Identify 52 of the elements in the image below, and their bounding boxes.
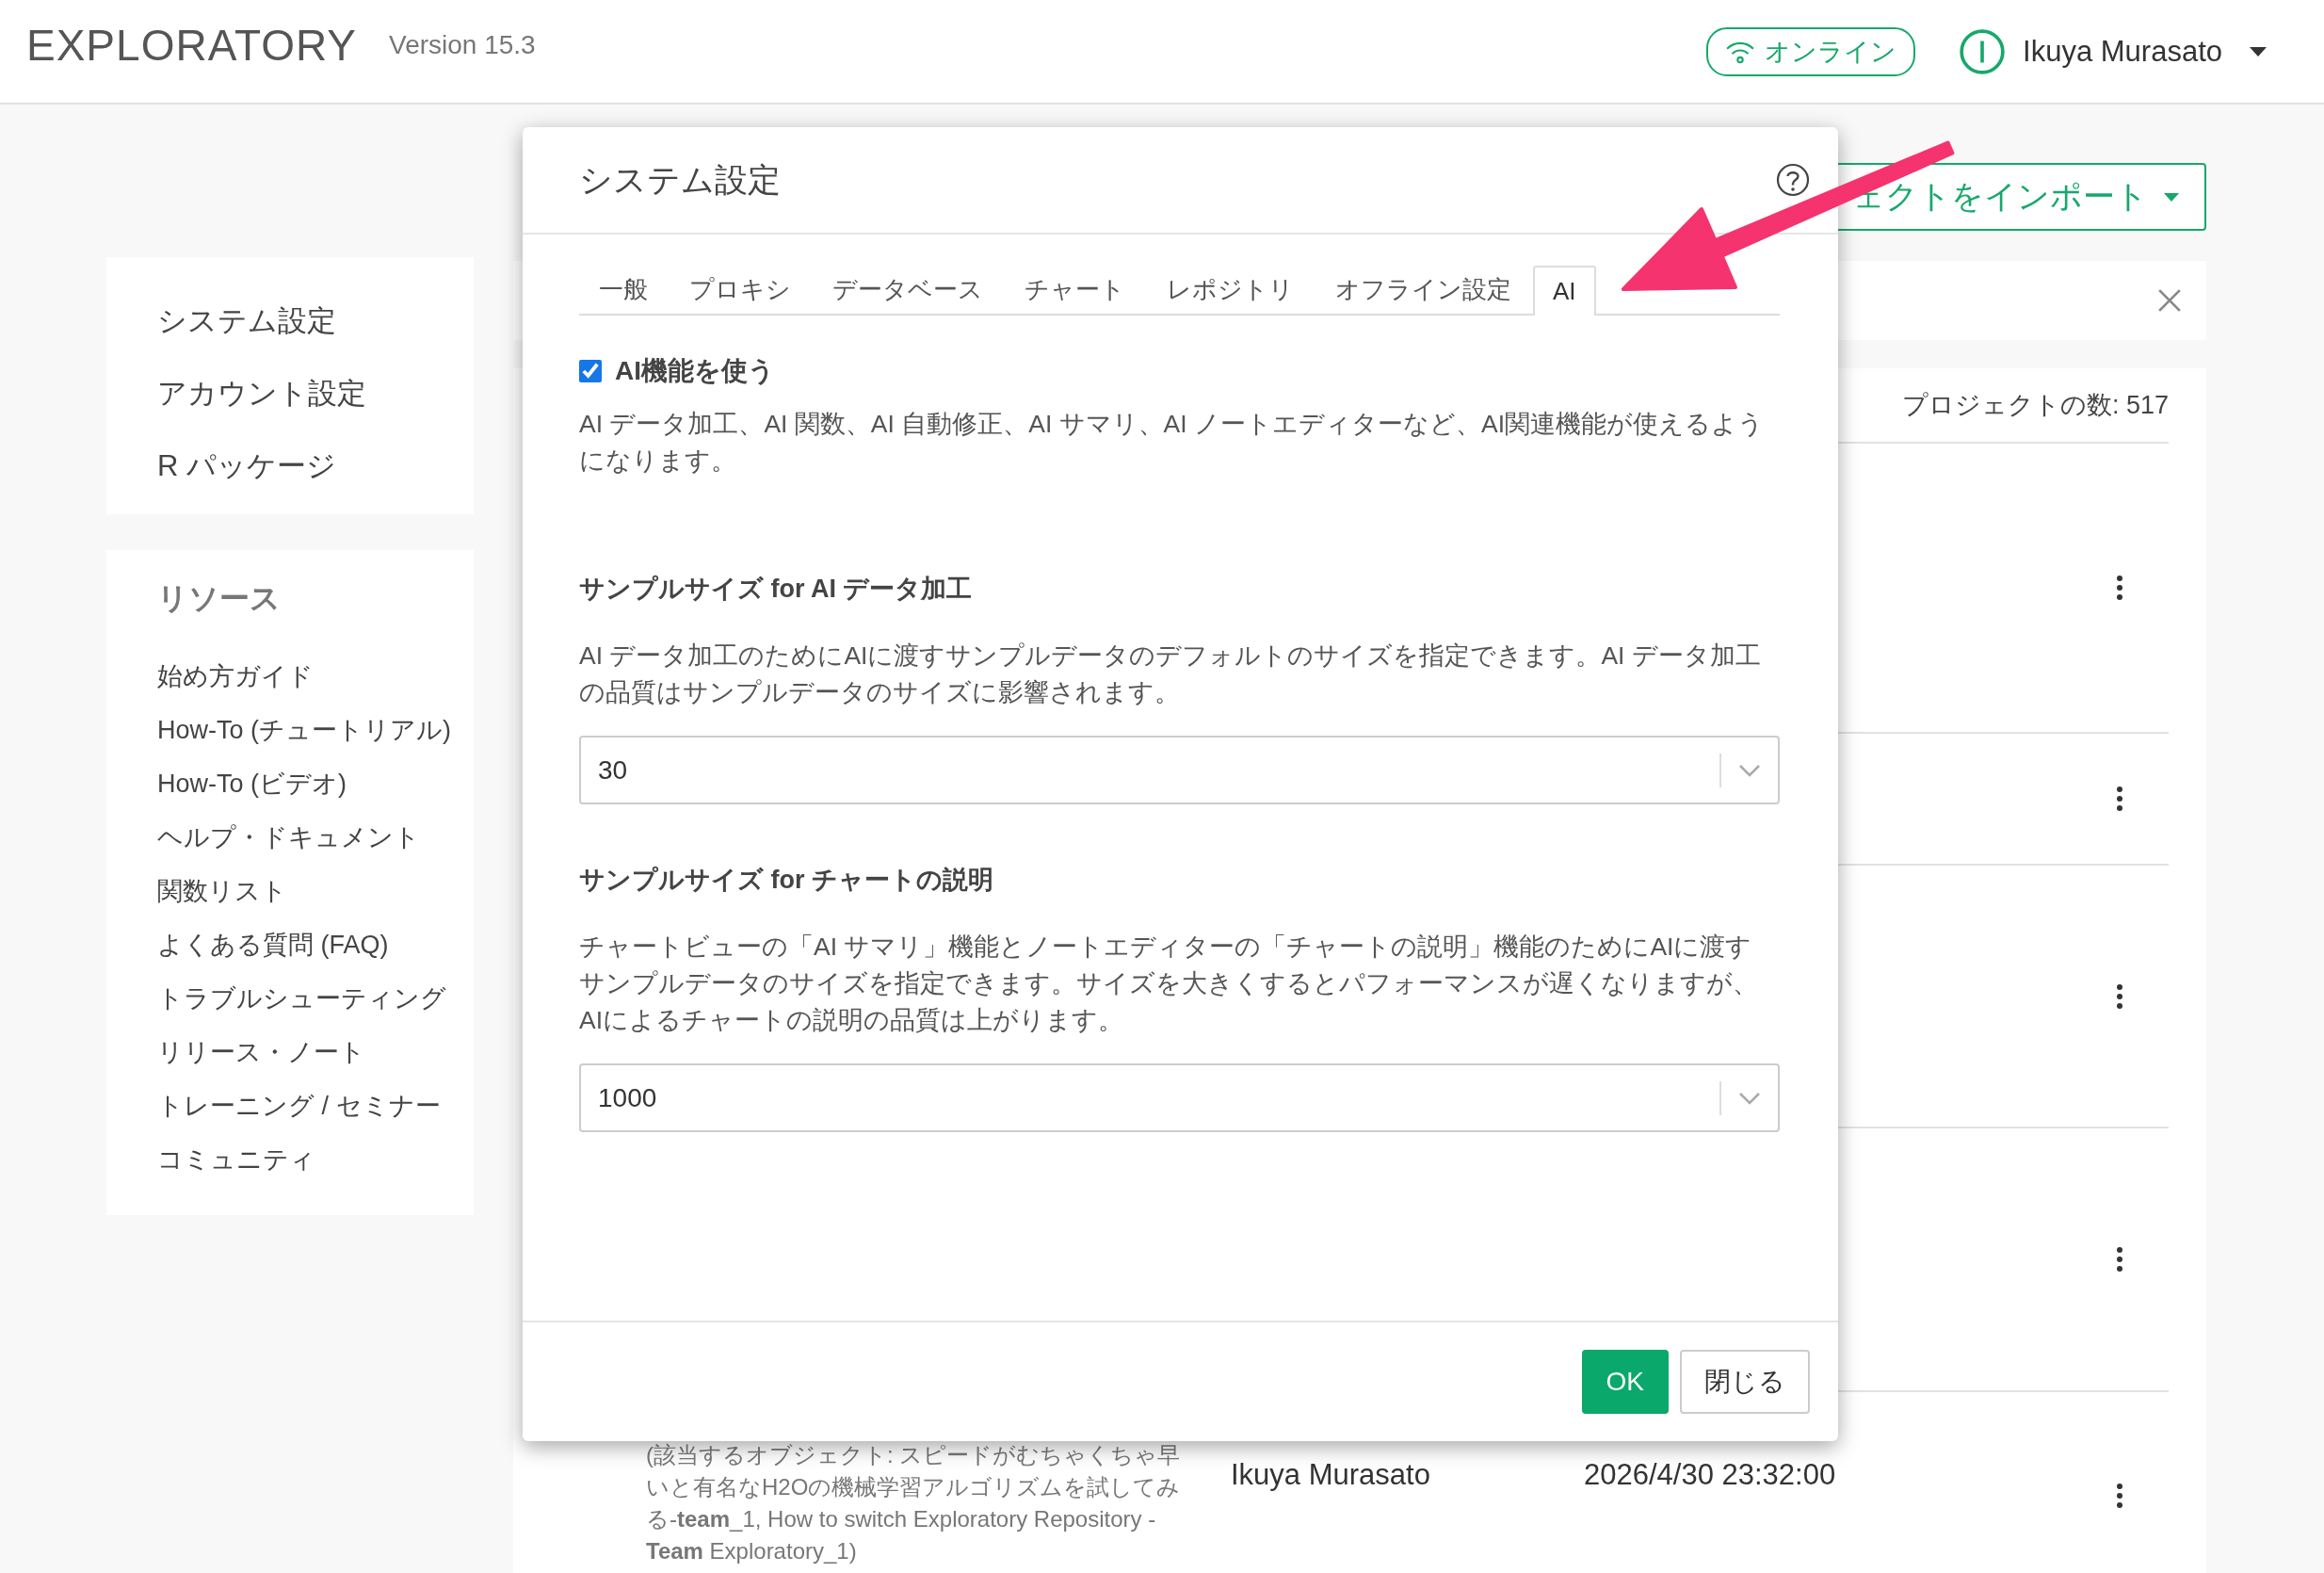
settings-tab[interactable]: データベース	[813, 271, 1003, 316]
sample-size-select[interactable]: 1000	[579, 1063, 1780, 1132]
ai-enabled-checkbox[interactable]	[579, 360, 602, 382]
settings-tab[interactable]: チャート	[1005, 271, 1145, 316]
section-heading: サンプルサイズ for AI データ加工	[579, 574, 974, 605]
user-avatar-icon	[1959, 27, 2007, 75]
settings-tab[interactable]: オフライン設定	[1315, 271, 1531, 316]
more-options-icon[interactable]	[2116, 786, 2123, 812]
more-options-icon[interactable]	[2116, 1483, 2123, 1509]
resources-heading: リソース	[157, 580, 282, 617]
sidebar-item[interactable]: R パッケージ	[157, 442, 464, 490]
section-description: チャートビューの「AI サマリ」機能とノートエディターの「チャートの説明」機能のためにAIに渡すサンプルデータのサイズを指定できます。サイズを大きくするとパフォーマンスが遅くなりますが、AIによるチャートの説明の品質は上がります。	[579, 932, 1759, 1036]
version-label: Version 15.3	[389, 29, 536, 60]
user-menu[interactable]: Ikuya Murasato	[1959, 27, 2268, 75]
resource-link[interactable]: ヘルプ・ドキュメント	[157, 811, 468, 865]
more-options-icon[interactable]	[2116, 982, 2123, 1010]
dialog-title: システム設定	[579, 159, 781, 200]
resource-link[interactable]: How-To (ビデオ)	[157, 757, 468, 811]
project-description: (該当するオブジェクト: スピードがむちゃくちゃ早いと有名なH2Oの機械学習アルゴリズムを試してみる-team_1, How to switch Exploratory Repository - Team Exploratory_1)	[646, 1441, 1182, 1565]
resource-link[interactable]: よくある質問 (FAQ)	[157, 918, 468, 972]
more-options-icon[interactable]	[2116, 1246, 2123, 1273]
settings-tab[interactable]: プロキシ	[670, 271, 811, 316]
ai-enabled-label: AI機能を使う	[615, 355, 775, 387]
close-icon[interactable]	[2157, 288, 2182, 313]
section-description: AI データ加工のためにAIに渡すサンプルデータのデフォルトのサイズを指定できます。AI データ加工の品質はサンプルデータのサイズに影響されます。	[579, 641, 1762, 708]
more-options-icon[interactable]	[2116, 575, 2123, 601]
resource-link[interactable]: How-To (チュートリアル)	[157, 704, 468, 757]
sample-size-select[interactable]: 30	[579, 736, 1780, 804]
chevron-down-icon	[1738, 1091, 1761, 1105]
resource-link[interactable]: リリース・ノート	[157, 1026, 468, 1079]
ai-description: AI データ加工、AI 関数、AI 自動修正、AI サマリ、AI ノートエディターなど、AI関連機能が使えるようになります。	[579, 409, 1766, 477]
sidebar-item[interactable]: システム設定	[157, 297, 464, 345]
resource-link[interactable]: 始め方ガイド	[157, 650, 468, 704]
caret-icon	[2249, 45, 2268, 57]
chevron-down-icon	[1738, 763, 1761, 777]
sidebar-item[interactable]: アカウント設定	[157, 369, 464, 417]
online-status-badge: オンライン	[1706, 26, 1916, 76]
section-heading: サンプルサイズ for チャートの説明	[579, 865, 994, 896]
close-button[interactable]: 閉じる	[1680, 1350, 1810, 1414]
app-logo: EXPLORATORY	[26, 19, 357, 71]
project-author: Ikuya Murasato	[1231, 1458, 1431, 1492]
help-icon[interactable]	[1776, 163, 1810, 197]
project-date: 2026/4/30 23:32:00	[1584, 1458, 1836, 1492]
project-count: プロジェクトの数: 517	[1901, 390, 2169, 421]
resource-link[interactable]: トラブルシューティング	[157, 972, 468, 1026]
settings-tab[interactable]: 一般	[579, 271, 668, 316]
settings-tab[interactable]: AI	[1533, 266, 1596, 316]
settings-tab[interactable]: レポジトリ	[1147, 271, 1314, 316]
resource-link[interactable]: コミュニティ	[157, 1133, 468, 1187]
resource-link[interactable]: トレーニング / セミナー	[157, 1079, 468, 1133]
resource-link[interactable]: 関数リスト	[157, 865, 468, 918]
caret-icon	[2163, 191, 2180, 203]
